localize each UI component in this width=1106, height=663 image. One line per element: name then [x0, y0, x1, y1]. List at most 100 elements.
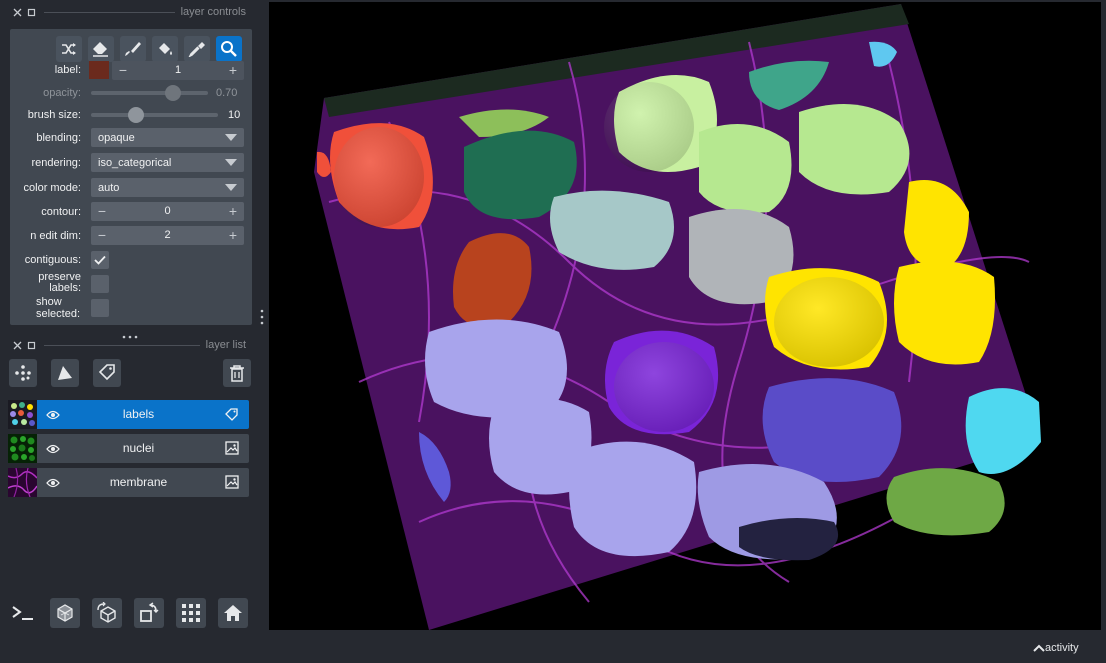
delete-icon	[230, 365, 244, 382]
layer-type-indicator	[225, 475, 239, 494]
label-increment-button[interactable]: +	[226, 61, 240, 80]
layer-type-indicator	[225, 441, 239, 460]
grid-view-button[interactable]	[176, 598, 206, 628]
chevron-down-icon	[225, 159, 237, 166]
delete-layer-button[interactable]	[223, 359, 251, 387]
home-icon	[224, 605, 242, 621]
opacity-slider-handle[interactable]	[164, 85, 181, 101]
shapes-icon	[58, 366, 72, 380]
layer-name: labels	[122, 407, 155, 421]
layer-row-nuclei[interactable]: nuclei	[8, 434, 249, 463]
pan-zoom-button[interactable]	[216, 36, 242, 62]
label-tag-icon	[225, 408, 238, 421]
reset-view-button[interactable]	[218, 598, 248, 628]
n-edit-dim-label: n edit dim:	[30, 230, 81, 242]
eraser-icon	[93, 42, 108, 57]
contour-label: contour:	[41, 206, 81, 218]
n-edit-dim-spinbox[interactable]: − 2 +	[91, 226, 244, 245]
membrane-thumbnail	[8, 468, 37, 497]
layer-controls-header: layer controls	[10, 2, 252, 22]
eye-icon	[46, 478, 60, 488]
paintbrush-icon	[125, 42, 141, 56]
chevron-down-icon	[225, 184, 237, 191]
activity-button[interactable]: activity	[1033, 642, 1079, 654]
rendered-volume	[314, 4, 1041, 630]
image-icon	[225, 441, 239, 455]
show-selected-checkbox[interactable]	[91, 299, 109, 317]
label-spinbox[interactable]: − 1 +	[112, 61, 244, 80]
preserve-labels-line2: labels:	[49, 282, 81, 293]
chevron-up-icon	[1033, 644, 1045, 652]
toggle-ndisplay-button[interactable]	[50, 598, 80, 628]
opacity-slider[interactable]	[91, 91, 208, 95]
visibility-toggle[interactable]	[46, 442, 60, 460]
contour-value: 0	[164, 205, 171, 217]
show-selected-line1: show	[36, 296, 62, 308]
activity-label: activity	[1045, 642, 1079, 654]
nuclei-thumbnail	[8, 434, 37, 463]
console-button[interactable]	[8, 598, 38, 628]
points-icon	[15, 365, 31, 381]
brush-size-slider[interactable]	[91, 113, 218, 117]
opacity-value: 0.70	[216, 87, 238, 99]
color-mode-value: auto	[98, 181, 120, 194]
image-icon	[225, 475, 239, 489]
float-dock-icon[interactable]	[24, 338, 38, 352]
contiguous-checkbox[interactable]	[91, 251, 109, 269]
brush-size-slider-handle[interactable]	[128, 107, 145, 123]
layer-row-membrane[interactable]: membrane	[8, 468, 249, 497]
close-dock-icon[interactable]	[10, 5, 24, 19]
labels-icon	[98, 364, 115, 381]
close-dock-icon[interactable]	[10, 338, 24, 352]
visibility-toggle[interactable]	[46, 408, 60, 426]
layer-controls-title: layer controls	[180, 6, 246, 18]
eye-icon	[46, 410, 60, 420]
layer-name: membrane	[109, 475, 168, 489]
label-color-swatch	[89, 61, 109, 79]
picker-button[interactable]	[184, 36, 210, 62]
new-points-layer-button[interactable]	[9, 359, 37, 387]
roll-axes-button[interactable]	[92, 598, 122, 628]
n-edit-dim-value: 2	[164, 229, 171, 241]
rendering-dropdown[interactable]: iso_categorical	[91, 153, 244, 172]
header-divider	[44, 344, 200, 346]
contour-increment-button[interactable]: +	[226, 202, 240, 221]
new-labels-layer-button[interactable]	[93, 359, 121, 387]
paint-button[interactable]	[120, 36, 146, 62]
layer-controls-panel: label: − 1 + opacity: 0.70 brush size: 1…	[10, 29, 252, 325]
eraser-button[interactable]	[88, 36, 114, 62]
blending-label: blending:	[36, 132, 81, 144]
transpose-axes-button[interactable]	[134, 598, 164, 628]
opacity-label: opacity:	[43, 87, 81, 99]
label-label: label:	[54, 64, 81, 76]
brush-size-value: 10	[228, 109, 241, 121]
eye-icon	[46, 444, 60, 454]
blending-dropdown[interactable]: opaque	[91, 128, 244, 147]
color-mode-dropdown[interactable]: auto	[91, 178, 244, 197]
transpose-icon	[140, 602, 159, 622]
roll-axes-icon	[97, 602, 116, 623]
zoom-icon	[221, 41, 237, 57]
new-shapes-layer-button[interactable]	[51, 359, 79, 387]
vertical-splitter-handle[interactable]	[259, 308, 265, 326]
dock-splitter-handle[interactable]	[121, 327, 139, 339]
viewer-canvas[interactable]	[269, 2, 1101, 630]
show-selected-label: show selected:	[36, 296, 81, 320]
header-divider	[44, 11, 175, 13]
labels-thumbnail	[8, 400, 37, 429]
visibility-toggle[interactable]	[46, 476, 60, 494]
layer-row-labels[interactable]: labels	[8, 400, 249, 429]
preserve-labels-label: preserve labels:	[38, 272, 81, 292]
contour-spinbox[interactable]: − 0 +	[91, 202, 244, 221]
console-icon	[12, 606, 33, 620]
shuffle-colors-button[interactable]	[56, 36, 82, 62]
preserve-labels-checkbox[interactable]	[91, 275, 109, 293]
float-dock-icon[interactable]	[24, 5, 38, 19]
n-edit-dim-increment-button[interactable]: +	[226, 226, 240, 245]
rendering-value: iso_categorical	[98, 156, 172, 169]
contiguous-label: contiguous:	[24, 254, 81, 266]
fill-button[interactable]	[152, 36, 178, 62]
layer-name: nuclei	[122, 441, 155, 455]
eyedropper-icon	[188, 42, 205, 57]
status-bar: activity	[0, 633, 1106, 663]
